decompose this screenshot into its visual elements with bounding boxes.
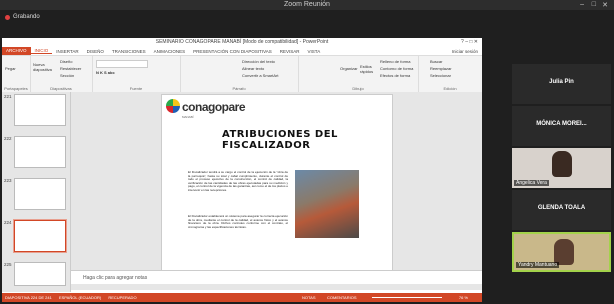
font-name-select[interactable] xyxy=(96,60,148,68)
recording-indicator: Grabando xyxy=(5,14,40,20)
construction-photo xyxy=(295,170,359,238)
notes-toggle[interactable]: NOTAS xyxy=(302,293,315,302)
layout-button[interactable]: Diseño xyxy=(60,59,72,64)
shape-outline-button[interactable]: Contorno de forma xyxy=(380,66,413,71)
group-label: Portapapeles xyxy=(4,86,28,91)
ppt-window-title: SEMINARIO CONAGOPARE MANABÍ [Modo de com… xyxy=(155,39,329,45)
logo-icon xyxy=(166,99,180,113)
shape-fill-button[interactable]: Relleno de forma xyxy=(380,59,410,64)
group-slides: Nueva diapositiva Diseño Restablecer Sec… xyxy=(30,56,93,92)
bold-button[interactable]: N K S abc xyxy=(96,70,115,75)
slide-title: ATRIBUCIONES DEL FISCALIZADOR xyxy=(222,129,338,151)
notes-pane[interactable]: Haga clic para agregar notas xyxy=(71,270,482,284)
tab-animations[interactable]: ANIMACIONES xyxy=(150,49,190,54)
thumb-number: 222 xyxy=(4,136,12,141)
tab-review[interactable]: REVISAR xyxy=(276,49,304,54)
find-button[interactable]: Buscar xyxy=(430,59,442,64)
participant-face xyxy=(552,151,572,177)
group-label: Edición xyxy=(443,86,457,91)
slide-thumbnail[interactable] xyxy=(14,262,66,286)
current-slide[interactable]: conagopare MANABÍ ATRIBUCIONES DEL FISCA… xyxy=(161,94,393,271)
group-label: Fuente xyxy=(129,86,143,91)
tab-insert[interactable]: INSERTAR xyxy=(52,49,82,54)
group-label: Dibujo xyxy=(352,86,364,91)
slide-thumbnails: 221 222 223 224 225 xyxy=(2,92,71,292)
ppt-titlebar: SEMINARIO CONAGOPARE MANABÍ [Modo de com… xyxy=(2,38,482,47)
participant-label: Angelica Vera xyxy=(514,180,549,186)
status-bar: DIAPOSITIVA 224 DE 241 ESPAÑOL (ECUADOR)… xyxy=(2,293,482,302)
section-button[interactable]: Sección xyxy=(60,73,74,78)
record-icon xyxy=(5,14,10,20)
slide-paragraph: El Fiscalizador tendrá a su cargo el con… xyxy=(188,170,288,192)
participant-tile[interactable]: Julia Pin xyxy=(512,64,611,104)
slide-thumbnail[interactable] xyxy=(14,94,66,126)
login-link[interactable]: Iniciar sesión xyxy=(448,49,482,54)
group-clipboard: Pegar Portapapeles xyxy=(2,56,31,92)
tab-transitions[interactable]: TRANSICIONES xyxy=(108,49,150,54)
language[interactable]: ESPAÑOL (ECUADOR) xyxy=(59,295,101,300)
participant-name: MÓNICA MOREI... xyxy=(536,121,587,127)
select-button[interactable]: Seleccionar xyxy=(430,73,451,78)
paste-button[interactable]: Pegar xyxy=(5,66,16,71)
ribbon-tabs: ARCHIVO INICIO INSERTAR DISEÑO TRANSICIO… xyxy=(2,47,482,56)
group-editing: Buscar Reemplazar Seleccionar Edición xyxy=(418,56,482,92)
recovered-label: RECUPERADO xyxy=(108,295,137,300)
new-slide-button[interactable]: Nueva diapositiva xyxy=(33,62,55,72)
participant-name: GLENDA TOALA xyxy=(537,205,586,211)
shape-effects-button[interactable]: Efectos de forma xyxy=(380,73,410,78)
participant-name: Julia Pin xyxy=(549,79,574,85)
replace-button[interactable]: Reemplazar xyxy=(430,66,452,71)
slide-thumbnail[interactable] xyxy=(14,136,66,168)
slide-logo-text: conagopare xyxy=(182,100,246,114)
thumb-number: 221 xyxy=(4,94,12,99)
powerpoint-window: SEMINARIO CONAGOPARE MANABÍ [Modo de com… xyxy=(2,38,482,302)
thumb-number: 225 xyxy=(4,262,12,267)
participant-tile[interactable]: GLENDA TOALA xyxy=(512,190,611,230)
thumb-number: 224 xyxy=(4,220,12,225)
slide-logo-sub: MANABÍ xyxy=(182,115,194,119)
ppt-window-controls[interactable]: ? – □ ✕ xyxy=(461,38,478,47)
smartart-button[interactable]: Convertir a SmartArt xyxy=(242,73,278,78)
recording-label: Grabando xyxy=(13,14,40,20)
zoom-level[interactable]: 76 % xyxy=(459,293,468,302)
maximize-icon[interactable]: □ xyxy=(592,1,596,8)
zoom-window-title: Zoom Reunión xyxy=(284,1,330,8)
reset-button[interactable]: Restablecer xyxy=(60,66,81,71)
participant-video-active[interactable]: Yandry Mantuano xyxy=(512,232,611,272)
tab-home[interactable]: INICIO xyxy=(30,48,53,54)
tab-file[interactable]: ARCHIVO xyxy=(2,47,31,55)
zoom-titlebar: Zoom Reunión – □ ✕ xyxy=(0,0,614,10)
text-direction-button[interactable]: Dirección del texto xyxy=(242,59,275,64)
close-icon[interactable]: ✕ xyxy=(602,1,608,9)
participant-video[interactable]: Angelica Vera xyxy=(512,148,611,188)
minimize-icon[interactable]: – xyxy=(580,1,584,8)
slide-thumbnail-selected[interactable] xyxy=(14,220,66,252)
arrange-button[interactable]: Organizar xyxy=(340,66,358,71)
quick-styles-button[interactable]: Estilos rápidos xyxy=(360,64,376,74)
thumb-number: 223 xyxy=(4,178,12,183)
tab-view[interactable]: VISTA xyxy=(304,49,325,54)
group-paragraph: Dirección del texto Alinear texto Conver… xyxy=(180,56,299,92)
group-label: Párrafo xyxy=(232,86,246,91)
align-text-button[interactable]: Alinear texto xyxy=(242,66,264,71)
group-label: Diapositivas xyxy=(50,86,72,91)
slide-paragraph: El Fiscalizador establecerá un sistema p… xyxy=(188,214,288,229)
tab-design[interactable]: DISEÑO xyxy=(83,49,108,54)
slide-editor: conagopare MANABÍ ATRIBUCIONES DEL FISCA… xyxy=(71,92,482,290)
zoom-slider[interactable] xyxy=(372,297,442,298)
slide-thumbnail[interactable] xyxy=(14,178,66,210)
participant-tile[interactable]: MÓNICA MOREI... xyxy=(512,106,611,146)
tab-slideshow[interactable]: PRESENTACIÓN CON DIAPOSITIVAS xyxy=(189,49,276,54)
comments-toggle[interactable]: COMENTARIOS xyxy=(327,293,356,302)
participant-label: Yandry Mantuano xyxy=(516,262,560,268)
slide-counter: DIAPOSITIVA 224 DE 241 xyxy=(5,295,52,300)
group-drawing: Organizar Estilos rápidos Relleno de for… xyxy=(298,56,419,92)
group-font: N K S abc Fuente xyxy=(92,56,181,92)
ribbon: Pegar Portapapeles Nueva diapositiva Dis… xyxy=(2,56,482,93)
